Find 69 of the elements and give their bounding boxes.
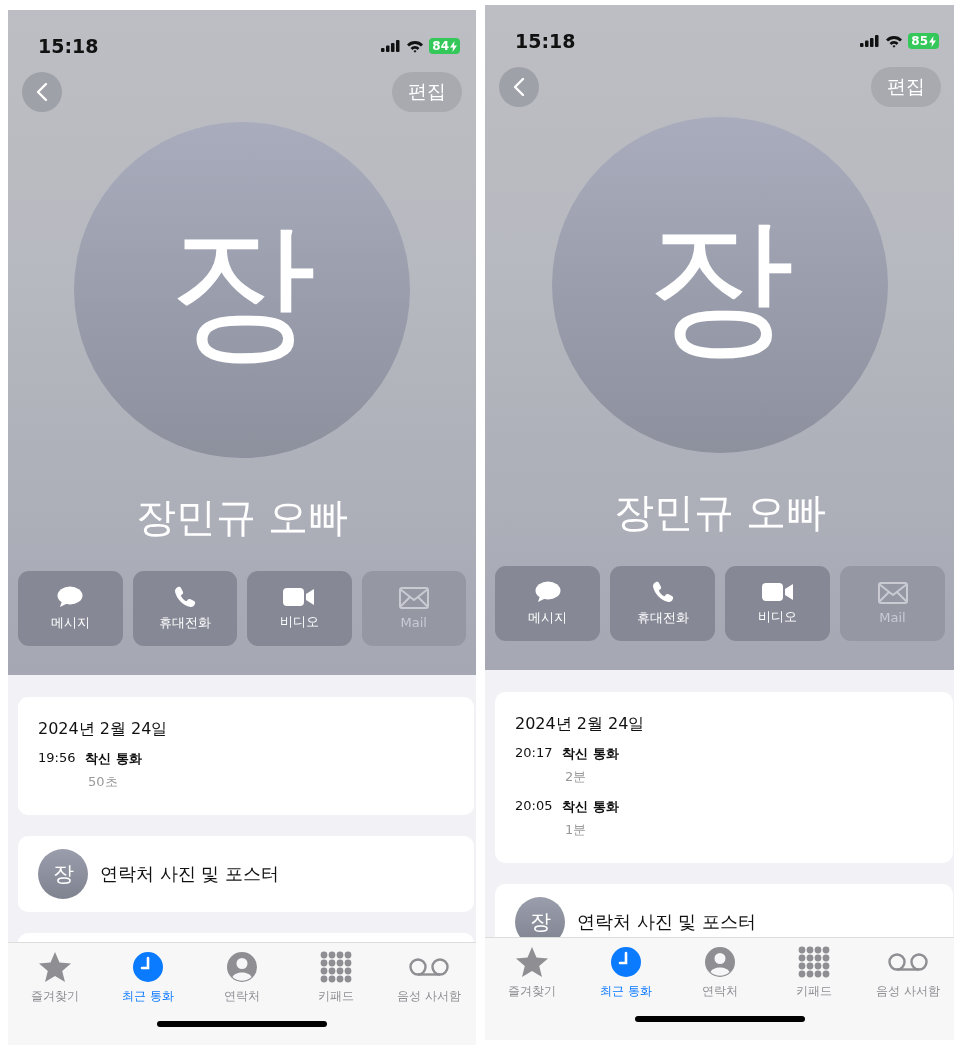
keypad-icon xyxy=(319,951,352,983)
tab-item[interactable]: 최근 통화 xyxy=(101,951,196,1005)
envelope-icon xyxy=(877,582,908,604)
small-avatar: 장 xyxy=(38,849,88,899)
call-date: 2024년 2월 24일 xyxy=(38,719,169,740)
tab-item[interactable]: 연락처 xyxy=(673,946,767,1000)
call-type: 착신 통화 xyxy=(562,798,619,816)
bolt-icon xyxy=(929,35,936,47)
clock-icon xyxy=(610,946,642,978)
tab-item[interactable]: 음성 사서함 xyxy=(382,951,476,1005)
contact-name: 장민규 오빠 xyxy=(612,488,828,537)
status-time: 15:18 xyxy=(38,35,99,57)
tab-item[interactable]: 키패드 xyxy=(767,946,861,1000)
contact-poster-card[interactable]: 장 연락처 사진 및 포스터 xyxy=(495,884,953,937)
wifi-icon xyxy=(885,34,904,48)
action-button[interactable]: 휴대전화 xyxy=(132,571,237,646)
clock-icon xyxy=(132,951,165,983)
poster-label: 연락처 사진 및 포스터 xyxy=(100,862,280,886)
call-time: 19:56 xyxy=(38,750,76,767)
chevron-left-icon xyxy=(36,82,48,102)
wifi-icon xyxy=(406,39,425,53)
action-button[interactable]: 비디오 xyxy=(247,571,352,646)
edit-button[interactable]: 편집 xyxy=(392,72,462,112)
call-duration: 2분 xyxy=(565,768,588,786)
signal-icon xyxy=(860,35,881,47)
speech-bubble-icon xyxy=(57,585,84,608)
action-button[interactable]: 메시지 xyxy=(18,571,123,646)
edit-button[interactable]: 편집 xyxy=(871,67,941,107)
signal-icon xyxy=(381,40,402,52)
call-type: 착신 통화 xyxy=(85,750,142,768)
tab-item[interactable]: 연락처 xyxy=(195,951,289,1005)
person-icon xyxy=(226,951,258,983)
avatar-initial: 장 xyxy=(167,215,317,365)
contact-name: 장민규 오빠 xyxy=(134,493,350,542)
star-icon xyxy=(515,946,549,978)
speech-bubble-icon xyxy=(534,580,561,603)
avatar-initial: 장 xyxy=(645,210,795,360)
call-type: 착신 통화 xyxy=(562,745,619,763)
phone-icon xyxy=(651,580,674,603)
keypad-icon xyxy=(798,946,830,978)
video-camera-icon xyxy=(283,586,316,607)
envelope-icon xyxy=(398,587,429,609)
chevron-left-icon xyxy=(513,77,525,97)
tab-item[interactable]: 최근 통화 xyxy=(579,946,673,1000)
star-icon xyxy=(37,951,72,983)
status-time: 15:18 xyxy=(515,30,576,52)
contact-poster-card[interactable]: 장 연락처 사진 및 포스터 xyxy=(18,836,474,912)
call-date: 2024년 2월 24일 xyxy=(515,714,646,735)
tab-item[interactable]: 즐겨찾기 xyxy=(485,946,579,1000)
bolt-icon xyxy=(450,40,457,52)
small-avatar: 장 xyxy=(515,897,565,937)
poster-label: 연락처 사진 및 포스터 xyxy=(577,910,757,934)
person-icon xyxy=(704,946,736,978)
call-time: 20:17 xyxy=(515,745,553,762)
action-button[interactable]: 휴대전화 xyxy=(610,566,715,641)
video-camera-icon xyxy=(761,581,794,602)
call-duration: 50초 xyxy=(88,773,119,791)
action-button[interactable]: 비디오 xyxy=(725,566,830,641)
phone-icon xyxy=(173,585,196,608)
battery-level: 85 xyxy=(908,33,939,49)
tab-item[interactable]: 키패드 xyxy=(288,951,383,1005)
call-duration: 1분 xyxy=(565,821,588,839)
action-button[interactable]: 메시지 xyxy=(495,566,600,641)
back-button[interactable] xyxy=(22,72,62,112)
tab-item[interactable]: 즐겨찾기 xyxy=(8,951,102,1005)
battery-level: 84 xyxy=(429,38,460,54)
back-button[interactable] xyxy=(499,67,539,107)
call-time: 20:05 xyxy=(515,798,553,815)
tab-item[interactable]: 음성 사서함 xyxy=(861,946,954,1000)
